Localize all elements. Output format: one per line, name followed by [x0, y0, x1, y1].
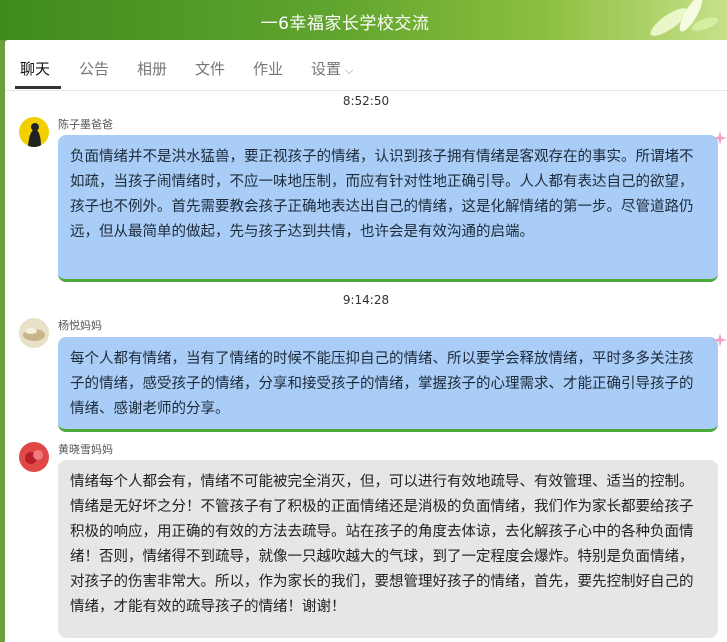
sparkle-icon [713, 333, 727, 347]
sender-name: 黄晓雪妈妈 [58, 443, 113, 456]
avatar-beige-icon[interactable] [19, 318, 49, 348]
sparkle-icon [713, 131, 727, 145]
tab-album[interactable]: 相册 [137, 58, 167, 79]
chat-panel: 聊天 公告 相册 文件 作业 设置 ⌵ 8:52:50 陈子墨爸爸 负面情绪并不是… [5, 40, 727, 642]
sender-name: 杨悦妈妈 [58, 319, 102, 332]
active-tab-indicator [15, 86, 61, 89]
message-bubble: 每个人都有情绪，当有了情绪的时候不能压抑自己的情绪、所以要学会释放情绪，平时多多… [58, 337, 718, 432]
avatar-yellow-icon[interactable] [19, 117, 49, 147]
tab-chat[interactable]: 聊天 [20, 58, 50, 79]
group-title: 一6幸福家长学校交流 [260, 14, 430, 34]
avatar-red-icon[interactable] [19, 442, 49, 472]
tab-settings[interactable]: 设置 ⌵ [311, 58, 353, 79]
chevron-down-icon: ⌵ [345, 64, 354, 77]
sender-name: 陈子墨爸爸 [58, 118, 113, 131]
message-bubble: 负面情绪并不是洪水猛兽，要正视孩子的情绪，认识到孩子拥有情绪是客观存在的事实。所… [58, 135, 718, 282]
tab-settings-label: 设置 [311, 60, 342, 78]
window-header: 一6幸福家长学校交流 [0, 0, 727, 40]
leaf-decoration-icon [650, 0, 719, 36]
tab-announcements[interactable]: 公告 [79, 58, 109, 79]
timestamp: 9:14:28 [342, 293, 390, 307]
timestamp: 8:52:50 [342, 94, 390, 108]
tab-files[interactable]: 文件 [195, 58, 225, 79]
tab-bar: 聊天 公告 相册 文件 作业 设置 ⌵ [5, 40, 727, 91]
message-bubble: 情绪每个人都会有，情绪不可能被完全消灭，但，可以进行有效地疏导、有效管理、适当的… [58, 460, 718, 638]
tab-homework[interactable]: 作业 [253, 58, 283, 79]
